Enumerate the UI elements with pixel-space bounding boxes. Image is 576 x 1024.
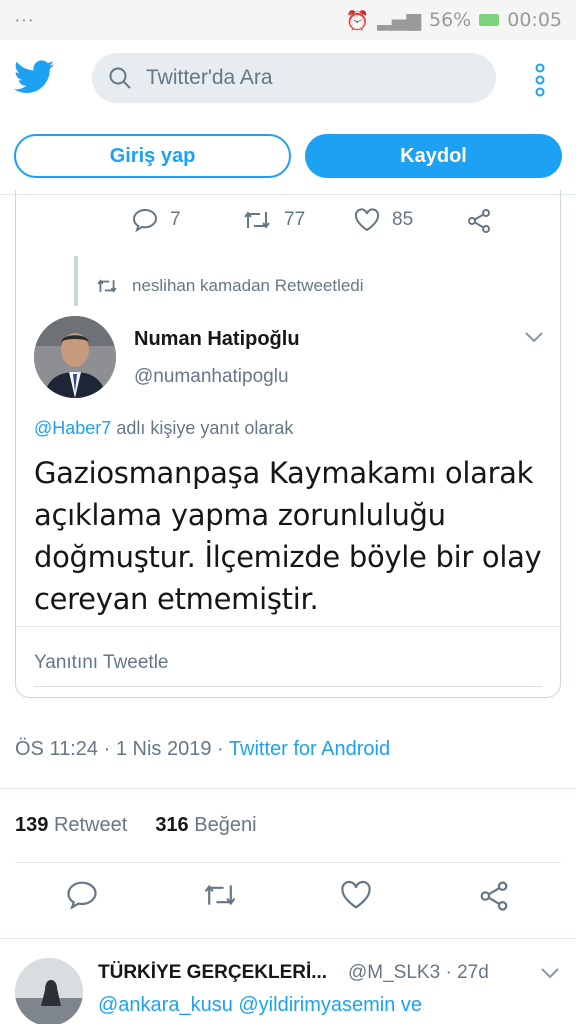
tweet-source-link[interactable]: Twitter for Android xyxy=(229,738,390,760)
retweet-count: 77 xyxy=(284,209,306,230)
tweet-time: ÖS 11:24 xyxy=(15,738,99,760)
person-avatar-icon xyxy=(34,316,116,398)
top-header xyxy=(0,40,576,120)
retweet-stat-count: 139 xyxy=(15,814,49,836)
heart-icon[interactable] xyxy=(340,880,372,910)
retweet-icon[interactable] xyxy=(202,880,238,910)
status-bar: ··· ⏰ ▂▄▆ 56% 00:05 xyxy=(0,0,576,40)
meta-divider xyxy=(0,788,576,789)
retweet-action[interactable]: 77 xyxy=(242,208,305,232)
reply-icon[interactable] xyxy=(66,880,98,910)
next-tweet-age: 27d xyxy=(457,962,489,983)
signal-icon: ▂▄▆ xyxy=(377,9,421,31)
share-icon[interactable] xyxy=(478,880,510,912)
retweet-icon xyxy=(97,279,117,293)
reply-to-suffix: adlı kişiye yanıt olarak xyxy=(116,418,294,438)
actions-divider xyxy=(0,938,576,939)
meta-separator: · xyxy=(217,738,224,760)
search-icon xyxy=(109,67,131,89)
like-action[interactable]: 85 xyxy=(354,208,413,232)
retweet-stat[interactable]: 139 Retweet xyxy=(15,814,127,837)
meta-separator: · xyxy=(103,738,111,760)
like-stat-label: Beğeni xyxy=(194,814,257,836)
author-handle[interactable]: @numanhatipoglu xyxy=(134,366,289,388)
search-bar[interactable] xyxy=(92,53,496,103)
next-author-avatar[interactable] xyxy=(15,958,83,1024)
next-author-name[interactable]: TÜRKİYE GERÇEKLERİ... xyxy=(98,962,327,984)
thread-line xyxy=(74,256,78,306)
retweet-context-text: neslihan kamadan Retweetledi xyxy=(132,276,364,295)
tweet-meta: ÖS 11:24 · 1 Nis 2019 · Twitter for Andr… xyxy=(15,738,390,761)
reply-input[interactable]: Yanıtını Tweetle xyxy=(34,652,169,674)
tweet-actions xyxy=(0,880,576,924)
battery-percent: 56% xyxy=(429,9,472,31)
reply-divider xyxy=(16,626,562,627)
tweet-text: Gaziosmanpaşa Kaymakamı olarak açıklama … xyxy=(34,456,542,616)
share-icon xyxy=(468,209,490,233)
like-stat[interactable]: 316 Beğeni xyxy=(155,814,256,837)
signup-button[interactable]: Kaydol xyxy=(305,134,562,178)
chevron-down-icon[interactable] xyxy=(540,966,560,980)
author-avatar[interactable] xyxy=(34,316,116,398)
more-vertical-icon[interactable] xyxy=(528,62,552,98)
battery-icon xyxy=(479,14,500,26)
silhouette-avatar-icon xyxy=(15,958,83,1024)
next-author-handle[interactable]: @M_SLK3 xyxy=(348,962,440,983)
share-action[interactable] xyxy=(466,208,492,234)
like-count: 85 xyxy=(392,209,414,230)
retweet-icon xyxy=(244,211,270,229)
tweet-date: 1 Nis 2019 xyxy=(115,738,212,760)
alarm-icon: ⏰ xyxy=(345,9,370,32)
previous-tweet-actions: 7 77 85 xyxy=(16,208,562,248)
retweet-context: neslihan kamadan Retweetledi xyxy=(96,276,364,296)
search-input[interactable] xyxy=(146,66,476,90)
status-time: 00:05 xyxy=(507,9,562,31)
twitter-bird-icon[interactable] xyxy=(14,60,54,94)
retweet-stat-label: Retweet xyxy=(53,814,128,836)
auth-bar: Giriş yap Kaydol xyxy=(0,120,576,194)
status-indicators: ⏰ ▂▄▆ 56% 00:05 xyxy=(345,9,562,32)
login-button[interactable]: Giriş yap xyxy=(14,134,291,178)
conversation-card: 7 77 85 neslihan kamadan Retweetledi Num… xyxy=(15,190,562,698)
reply-action[interactable]: 7 xyxy=(132,208,181,232)
reply-context: @Haber7 adlı kişiye yanıt olarak xyxy=(34,418,293,439)
stats-divider xyxy=(15,862,561,863)
next-meta-separator: · xyxy=(445,962,452,983)
reply-icon xyxy=(132,208,158,232)
reply-underline xyxy=(34,686,542,687)
next-tweet-mentions[interactable]: @ankara_kusu @yildirimyasemin ve xyxy=(98,994,422,1017)
like-stat-count: 316 xyxy=(155,814,189,836)
next-author-meta: @M_SLK3 · 27d xyxy=(348,962,489,984)
author-name[interactable]: Numan Hatipoğlu xyxy=(134,328,300,351)
reply-to-link[interactable]: @Haber7 xyxy=(34,418,111,438)
status-dots: ··· xyxy=(14,8,34,31)
tweet-stats: 139 Retweet 316 Beğeni xyxy=(15,814,257,837)
chevron-down-icon[interactable] xyxy=(524,330,544,344)
heart-icon xyxy=(354,208,380,232)
reply-count: 7 xyxy=(170,209,181,230)
